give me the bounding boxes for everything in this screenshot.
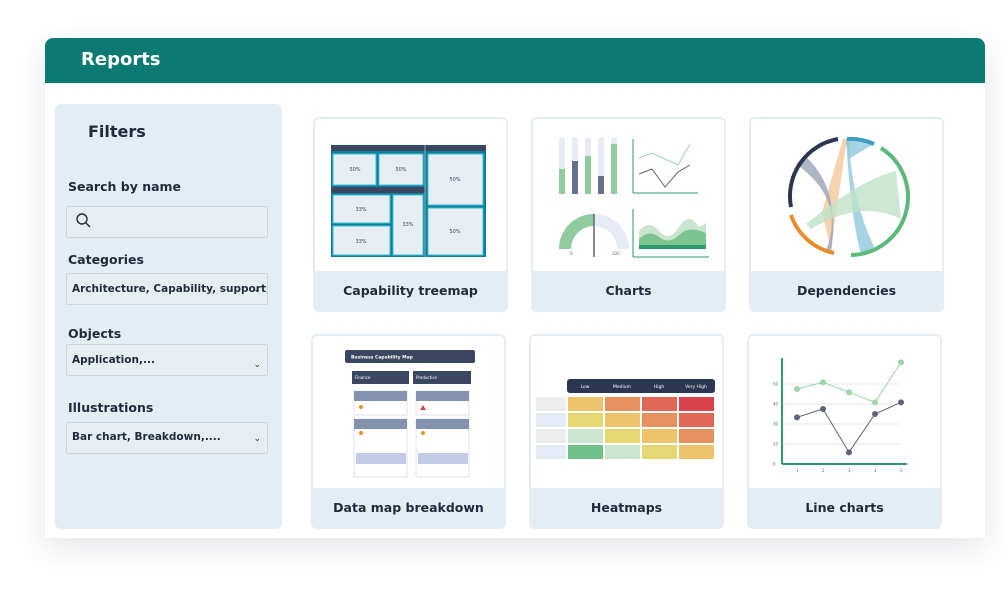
card-label: Line charts	[749, 488, 940, 527]
card-charts[interactable]: 0 100 Charts	[531, 117, 726, 312]
treemap-cell-label: 33%	[355, 207, 366, 213]
page-title: Reports	[45, 38, 985, 83]
data-point	[846, 389, 852, 396]
filters-panel: Filters Search by name Categories Archit…	[55, 104, 282, 529]
x-tick-label: 2	[822, 468, 825, 473]
heatmap-cell	[605, 397, 640, 411]
chevron-down-icon: ⌄	[253, 434, 261, 444]
treemap-cell-label: 50%	[449, 229, 460, 235]
x-tick-label: 5	[900, 468, 903, 473]
card-heatmaps[interactable]: Low Medium High Very High Heatmaps	[529, 334, 724, 529]
heatmap-column: Very High	[685, 384, 707, 390]
heatmap-cell	[679, 397, 714, 411]
chevron-down-icon: ⌄	[253, 285, 261, 295]
x-tick-label: 1	[796, 468, 799, 473]
data-point	[898, 399, 904, 406]
heatmap-cell	[568, 413, 603, 427]
heatmap-row-label	[536, 413, 566, 427]
y-tick-label: 40	[773, 402, 779, 407]
line-chart-thumbnail: 0 20 30 40 50 1 2 3 4 5	[773, 358, 907, 473]
heatmap-cell	[605, 445, 640, 459]
data-point	[872, 411, 878, 417]
x-tick-label: 3	[848, 468, 851, 473]
data-point	[794, 414, 800, 421]
treemap-cell-label: 33%	[355, 239, 366, 245]
charts-thumbnail: 0 100	[559, 138, 709, 258]
map-column: Finance	[355, 375, 371, 380]
series-line	[796, 362, 902, 403]
illustrations-value: Bar chart, Breakdown,....	[72, 431, 221, 443]
gauge-max: 100	[612, 251, 620, 256]
heatmap-column: Low	[581, 384, 590, 390]
heatmap-column: Medium	[613, 384, 631, 390]
data-map-thumbnail: Business Capability Map Finance Producti…	[345, 350, 475, 478]
heatmap-cell	[679, 429, 714, 443]
treemap-cell-label: 50%	[395, 167, 406, 173]
card-label: Data map breakdown	[313, 488, 504, 527]
y-tick-label: 30	[773, 422, 779, 427]
heatmap-row-label	[536, 445, 566, 459]
search-input[interactable]	[66, 206, 268, 238]
chord-diagram-thumbnail	[787, 136, 910, 257]
data-point	[872, 399, 878, 406]
map-column: Production	[416, 375, 438, 380]
illustrations-dropdown[interactable]: Bar chart, Breakdown,.... ⌄	[66, 422, 268, 454]
data-point	[898, 359, 904, 366]
heatmap-cell	[642, 397, 677, 411]
y-tick-label: 0	[773, 462, 776, 467]
treemap-thumbnail: 50% 50% 50% 33% 33% 33% 50%	[331, 145, 486, 257]
objects-value: Application,...	[72, 354, 155, 366]
x-tick-label: 4	[874, 468, 877, 473]
heatmap-cell	[642, 445, 677, 459]
heatmap-cell	[568, 445, 603, 459]
card-line-charts[interactable]: 0 20 30 40 50 1 2 3 4 5 Line charts	[747, 334, 942, 529]
categories-dropdown[interactable]: Architecture, Capability, support, ... ⌄	[66, 273, 268, 305]
treemap-cell-label: 33%	[402, 222, 413, 228]
filters-title: Filters	[88, 122, 146, 141]
card-label: Charts	[533, 271, 724, 310]
heatmap-cell	[605, 429, 640, 443]
heatmap-cell	[568, 397, 603, 411]
treemap-cell-label: 50%	[449, 177, 460, 183]
data-point	[820, 406, 826, 412]
chevron-down-icon: ⌄	[253, 360, 261, 370]
heatmap-cell	[642, 429, 677, 443]
heatmap-cell	[568, 429, 603, 443]
data-point	[820, 379, 826, 386]
categories-value: Architecture, Capability, support, ...	[72, 283, 268, 295]
objects-dropdown[interactable]: Application,... ⌄	[66, 344, 268, 376]
heatmap-row-label	[536, 397, 566, 411]
y-tick-label: 20	[773, 442, 779, 447]
heatmap-cell	[605, 413, 640, 427]
card-label: Dependencies	[751, 271, 942, 310]
heatmap-column: High	[654, 384, 664, 390]
gauge-min: 0	[570, 251, 573, 256]
heatmap-thumbnail: Low Medium High Very High	[536, 379, 715, 459]
illustrations-label: Illustrations	[68, 400, 154, 415]
card-dependencies[interactable]: Dependencies	[749, 117, 944, 312]
search-label: Search by name	[68, 179, 182, 194]
categories-label: Categories	[68, 252, 144, 267]
card-label: Heatmaps	[531, 488, 722, 527]
y-tick-label: 50	[773, 382, 779, 387]
heatmap-cell	[679, 445, 714, 459]
data-point	[794, 386, 800, 392]
data-point	[846, 449, 852, 456]
card-data-map-breakdown[interactable]: Business Capability Map Finance Producti…	[311, 334, 506, 529]
card-capability-treemap[interactable]: 50% 50% 50% 33% 33% 33% 50% Capability t…	[313, 117, 508, 312]
map-title: Business Capability Map	[351, 355, 414, 361]
heatmap-cell	[642, 413, 677, 427]
series-line	[796, 401, 902, 454]
search-icon	[76, 213, 91, 228]
heatmap-row-label	[536, 429, 566, 443]
heatmap-cell	[679, 413, 714, 427]
card-label: Capability treemap	[315, 271, 506, 310]
treemap-cell-label: 50%	[349, 167, 360, 173]
objects-label: Objects	[68, 326, 122, 341]
